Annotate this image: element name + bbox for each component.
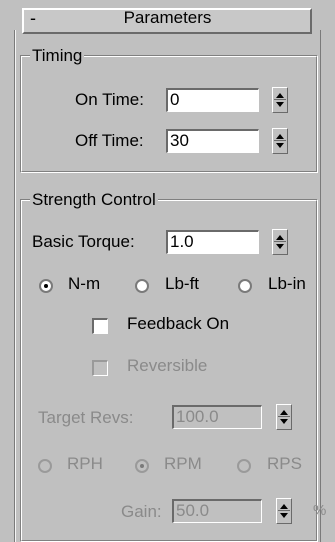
off-time-spinner-icon[interactable] bbox=[272, 128, 288, 154]
reversible-label[interactable]: Reversible bbox=[127, 356, 207, 376]
off-time-label: Off Time: bbox=[75, 131, 144, 150]
feedback-on-checkbox-icon[interactable] bbox=[92, 318, 108, 334]
gain-spinner-icon[interactable] bbox=[276, 498, 292, 524]
gain-unit-label: % bbox=[313, 502, 327, 519]
rph-label[interactable]: RPH bbox=[67, 454, 103, 474]
n-m-label[interactable]: N-m bbox=[68, 274, 100, 294]
on-time-field[interactable]: 0 bbox=[166, 88, 259, 112]
radio-icon-rph[interactable] bbox=[38, 459, 52, 473]
radio-icon-rps[interactable] bbox=[237, 459, 251, 473]
target-revs-label: Target Revs: bbox=[38, 408, 134, 427]
basic-torque-label: Basic Torque: bbox=[32, 232, 135, 251]
timing-group-title: Timing bbox=[30, 46, 85, 66]
rps-label[interactable]: RPS bbox=[267, 454, 302, 474]
rollout-title[interactable]: Parameters bbox=[0, 8, 335, 28]
basic-torque-field[interactable]: 1.0 bbox=[166, 230, 259, 254]
lb-ft-label[interactable]: Lb-ft bbox=[165, 274, 199, 294]
panel-border-left-highlight bbox=[15, 30, 16, 542]
radio-icon-lb-ft[interactable] bbox=[135, 279, 149, 293]
rpm-label[interactable]: RPM bbox=[164, 454, 202, 474]
panel-border-right bbox=[320, 30, 321, 542]
basic-torque-spinner-icon[interactable] bbox=[272, 229, 288, 255]
feedback-on-label[interactable]: Feedback On bbox=[127, 314, 229, 334]
target-revs-spinner-icon[interactable] bbox=[276, 404, 292, 430]
reversible-checkbox-icon[interactable] bbox=[92, 360, 108, 376]
gain-field[interactable]: 50.0 bbox=[172, 499, 262, 523]
gain-label: Gain: bbox=[121, 502, 162, 521]
radio-icon-rpm[interactable] bbox=[135, 459, 149, 473]
off-time-field[interactable]: 30 bbox=[166, 129, 259, 153]
on-time-spinner-icon[interactable] bbox=[272, 87, 288, 113]
lb-in-label[interactable]: Lb-in bbox=[268, 274, 306, 294]
strength-control-title: Strength Control bbox=[30, 190, 158, 210]
target-revs-field[interactable]: 100.0 bbox=[172, 405, 262, 429]
timing-group bbox=[20, 55, 318, 173]
on-time-label: On Time: bbox=[75, 90, 144, 109]
radio-icon-n-m[interactable] bbox=[39, 279, 53, 293]
radio-icon-lb-in[interactable] bbox=[238, 279, 252, 293]
